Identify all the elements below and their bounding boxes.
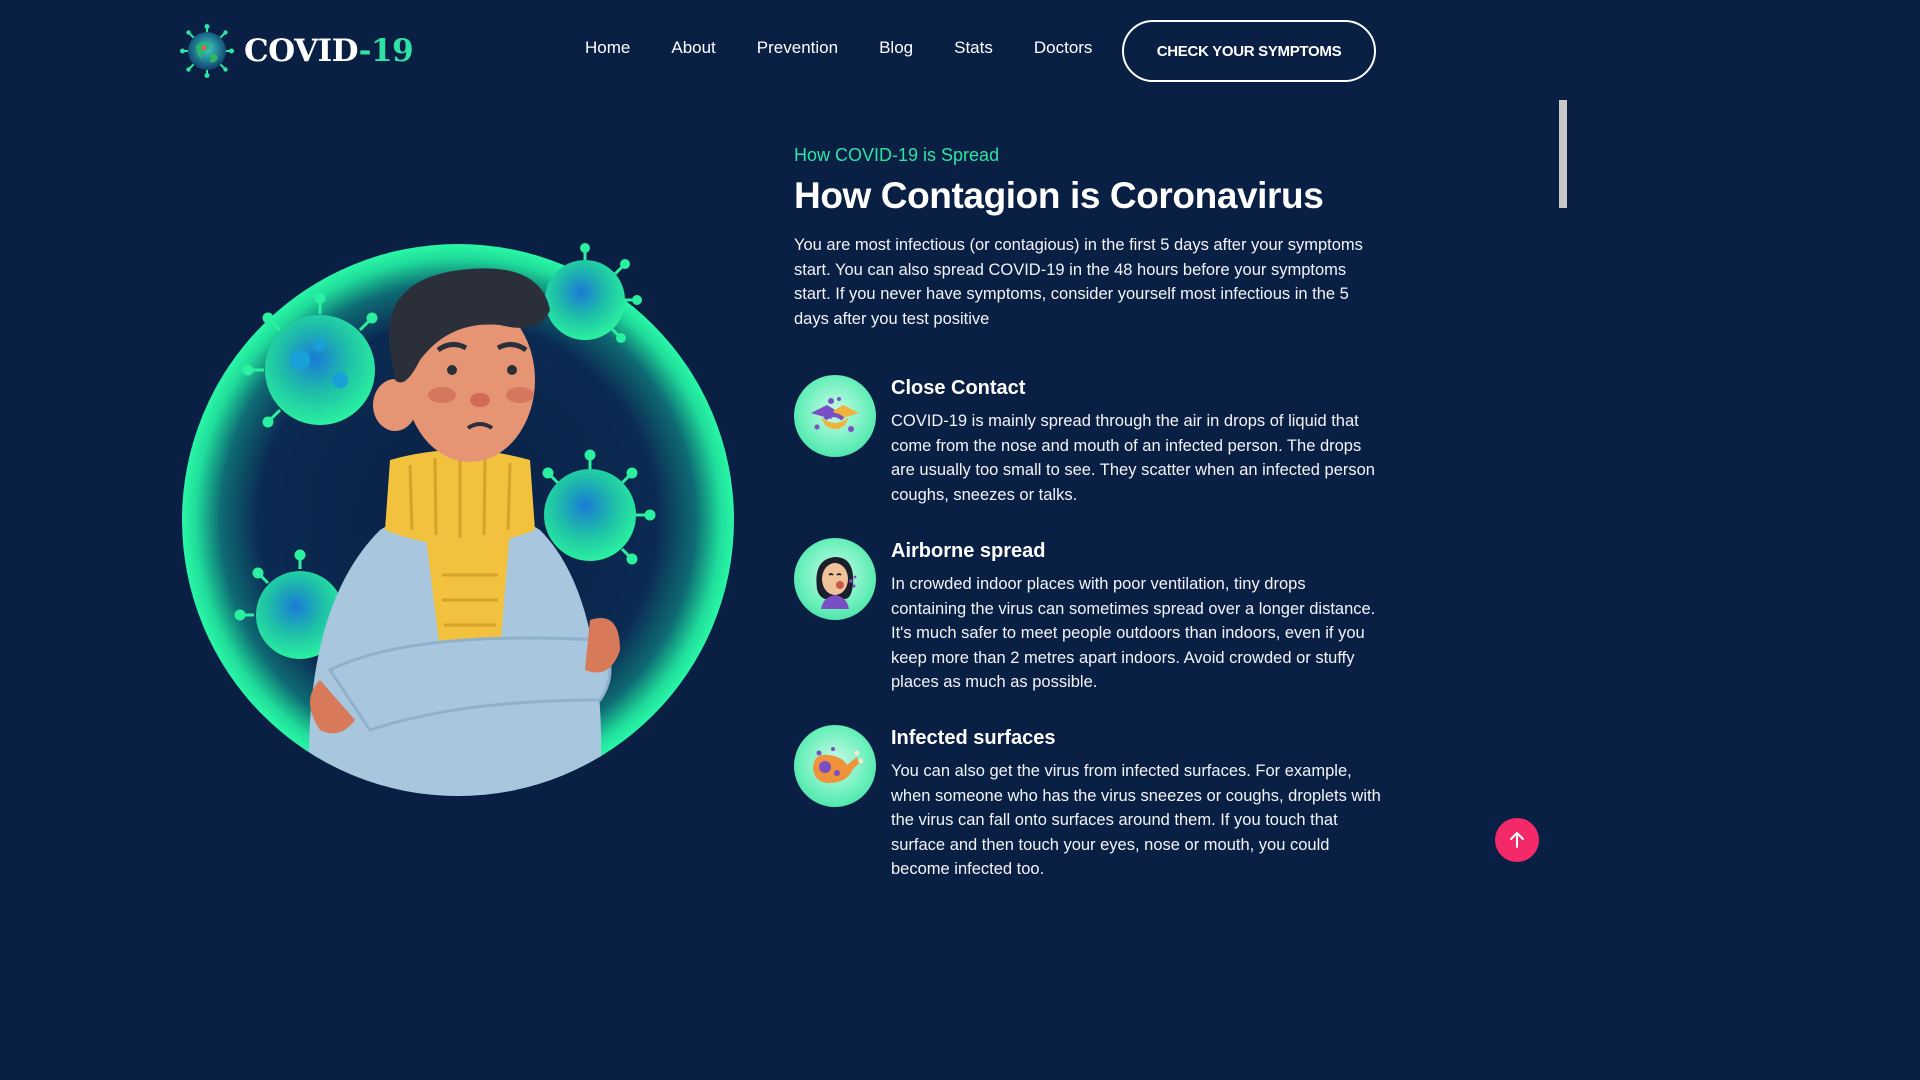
scrollbar-thumb[interactable] — [1559, 100, 1567, 208]
virus-globe-icon — [180, 24, 234, 78]
sick-man-illustration — [182, 243, 734, 796]
feature-text: In crowded indoor places with poor venti… — [891, 575, 1376, 691]
logo-word: COVID — [244, 33, 359, 69]
nav-doctors[interactable]: Doctors — [1034, 38, 1093, 58]
check-symptoms-button[interactable]: CHECK YOUR SYMPTOMS — [1122, 20, 1376, 82]
feature-title: Airborne spread — [891, 540, 1046, 562]
logo-dash: - — [358, 33, 372, 69]
virus-particle — [265, 315, 375, 425]
nav-blog[interactable]: Blog — [879, 38, 913, 58]
virus-particle — [544, 469, 636, 561]
nav-home[interactable]: Home — [585, 38, 630, 58]
feature-text: COVID-19 is mainly spread through the ai… — [891, 412, 1375, 504]
site-header: COVID-19 Home About Prevention Blog Stat… — [0, 0, 1558, 102]
nav-about[interactable]: About — [671, 38, 715, 58]
infected-food-icon — [794, 725, 876, 807]
section-intro: You are most infectious (or contagious) … — [794, 236, 1363, 328]
spread-section: How COVID-19 is Spread How Contagion is … — [794, 145, 1384, 331]
feature-title: Close Contact — [891, 377, 1026, 399]
handshake-icon — [794, 375, 876, 457]
feature-title: Infected surfaces — [891, 727, 1056, 749]
nav-stats[interactable]: Stats — [954, 38, 993, 58]
site-logo[interactable]: COVID-19 — [180, 24, 414, 78]
coughing-woman-icon — [794, 538, 876, 620]
virus-particle — [545, 260, 625, 340]
section-eyebrow: How COVID-19 is Spread — [794, 145, 1000, 165]
logo-number: 19 — [371, 33, 414, 69]
arrow-up-icon — [1510, 832, 1524, 848]
scroll-to-top-button[interactable] — [1495, 818, 1539, 862]
main-nav: Home About Prevention Blog Stats Doctors — [585, 38, 1092, 58]
feature-text: You can also get the virus from infected… — [891, 762, 1381, 878]
section-title: How Contagion is Coronavirus — [794, 175, 1324, 216]
scrollbar[interactable] — [1558, 0, 1568, 882]
logo-text: COVID-19 — [244, 33, 414, 69]
nav-prevention[interactable]: Prevention — [757, 38, 838, 58]
